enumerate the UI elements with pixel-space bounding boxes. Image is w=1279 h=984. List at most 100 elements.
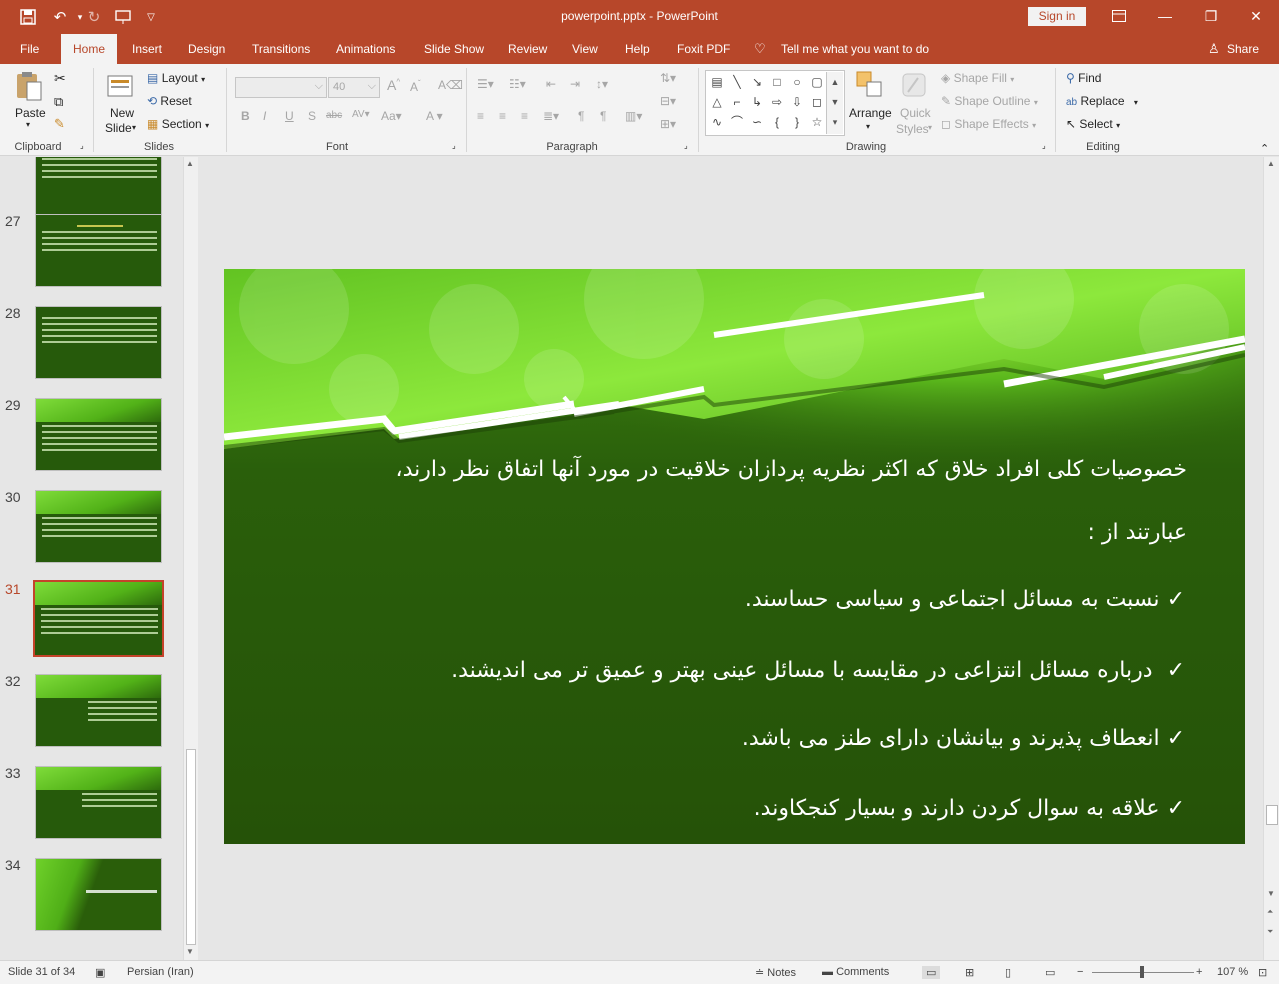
- slide-canvas[interactable]: خصوصیات کلی افراد خلاق که اکثر نظریه پرد…: [224, 269, 1245, 844]
- thumbnail-slide-32[interactable]: [35, 674, 162, 747]
- previous-slide-icon[interactable]: ⏶: [1267, 907, 1273, 917]
- quick-styles-dropdown-icon[interactable]: ▾: [928, 123, 932, 132]
- italic-icon[interactable]: I: [263, 109, 266, 123]
- tab-foxit-pdf[interactable]: Foxit PDF: [669, 34, 738, 64]
- columns-icon[interactable]: ▥▾: [625, 109, 642, 123]
- zoom-in-icon[interactable]: +: [1196, 966, 1202, 978]
- freeform-shape-icon[interactable]: ∿: [707, 112, 727, 132]
- slide-thumbnail-pane[interactable]: 27 28 29 30 31 32 33 34: [0, 157, 200, 960]
- arrange-dropdown-icon[interactable]: ▾: [866, 122, 870, 131]
- curve-shape-icon[interactable]: ∽: [747, 112, 767, 132]
- brace-left-shape-icon[interactable]: {: [767, 112, 787, 132]
- clear-formatting-icon[interactable]: A⌫: [438, 78, 463, 92]
- paste-button[interactable]: Paste: [15, 106, 46, 120]
- connector-shape-icon[interactable]: ⌐: [727, 92, 747, 112]
- align-left-icon[interactable]: ≡: [477, 109, 484, 123]
- rounded-rect-shape-icon[interactable]: ▢: [807, 72, 827, 92]
- quick-styles-label[interactable]: Quick: [900, 106, 931, 120]
- tab-review[interactable]: Review: [500, 34, 555, 64]
- normal-view-icon[interactable]: ▭: [922, 966, 941, 979]
- editor-vertical-scrollbar[interactable]: ▲ ▼ ⏶ ⏷: [1263, 157, 1279, 960]
- zoom-out-icon[interactable]: −: [1077, 966, 1083, 978]
- triangle-shape-icon[interactable]: △: [707, 92, 727, 112]
- character-spacing-icon[interactable]: AV▾: [352, 109, 370, 120]
- new-slide-dropdown-icon[interactable]: ▾: [132, 123, 136, 132]
- reading-view-icon[interactable]: ▯: [1005, 966, 1011, 979]
- underline-icon[interactable]: U: [285, 109, 294, 123]
- numbering-icon[interactable]: ☷▾: [509, 77, 526, 91]
- decrease-indent-icon[interactable]: ⇤: [546, 77, 556, 91]
- paragraph-launcher-icon[interactable]: ⌟: [684, 141, 688, 150]
- line-shape-icon[interactable]: ╲: [727, 72, 747, 92]
- smartart-icon[interactable]: ⊞▾: [660, 117, 676, 131]
- shapes-gallery[interactable]: ▤ ╲ ↘ □ ○ ▢ △ ⌐ ↳ ⇨ ⇩ ◻ ∿ ⌒ ∽{} ☆: [705, 70, 845, 136]
- cut-icon[interactable]: ✂: [54, 70, 66, 87]
- clipboard-launcher-icon[interactable]: ⌟: [80, 141, 84, 150]
- tab-home[interactable]: Home: [61, 34, 118, 64]
- new-slide-icon[interactable]: [106, 70, 136, 102]
- format-painter-icon[interactable]: ✎: [54, 116, 65, 132]
- down-arrow-shape-icon[interactable]: ⇩: [787, 92, 807, 112]
- align-center-icon[interactable]: ≡: [499, 109, 506, 123]
- layout-button[interactable]: ▤ Layout ▾: [147, 71, 205, 85]
- arrange-label[interactable]: Arrange: [849, 106, 892, 120]
- paste-icon[interactable]: [14, 70, 44, 102]
- rectangle-shape-icon[interactable]: □: [767, 72, 787, 92]
- star-shape-icon[interactable]: ☆: [807, 112, 827, 132]
- editor-scroll-thumb[interactable]: [1266, 805, 1278, 825]
- font-size-dropdown-icon[interactable]: ⌵: [368, 80, 376, 93]
- increase-font-icon[interactable]: A^: [387, 77, 400, 93]
- decrease-font-icon[interactable]: Aˇ: [410, 79, 421, 94]
- scroll-up-icon[interactable]: ▲: [1267, 159, 1275, 168]
- text-direction-icon[interactable]: ⇅▾: [660, 71, 676, 85]
- shapes-gallery-scroll[interactable]: ▲ ▼ ▾: [826, 72, 843, 134]
- copy-icon[interactable]: ⧉: [54, 94, 63, 110]
- language-indicator[interactable]: Persian (Iran): [127, 966, 194, 978]
- zoom-slider-thumb[interactable]: [1140, 966, 1144, 978]
- minimize-icon[interactable]: —: [1142, 0, 1188, 32]
- tab-insert[interactable]: Insert: [124, 34, 170, 64]
- new-slide-label[interactable]: New: [110, 106, 134, 120]
- spelling-icon[interactable]: ▣: [95, 966, 105, 979]
- scroll-down-icon[interactable]: ▼: [186, 947, 194, 956]
- slide-sorter-icon[interactable]: ⊞: [965, 966, 974, 979]
- tab-help[interactable]: Help: [617, 34, 658, 64]
- thumbnail-slide-31[interactable]: [33, 580, 164, 657]
- thumbnail-slide-33[interactable]: [35, 766, 162, 839]
- tab-slide-show[interactable]: Slide Show: [416, 34, 492, 64]
- align-right-icon[interactable]: ≡: [521, 109, 528, 123]
- thumbnail-slide-34[interactable]: [35, 858, 162, 931]
- change-case-icon[interactable]: Aa▾: [381, 109, 402, 123]
- scroll-up-icon[interactable]: ▲: [186, 159, 194, 168]
- scroll-down-icon[interactable]: ▼: [1267, 889, 1275, 898]
- tab-transitions[interactable]: Transitions: [244, 34, 318, 64]
- rtl-icon[interactable]: ¶: [578, 109, 584, 123]
- replace-button[interactable]: ab Replace ▾: [1066, 94, 1138, 108]
- bullets-icon[interactable]: ☰▾: [477, 77, 494, 91]
- align-text-icon[interactable]: ⊟▾: [660, 94, 676, 108]
- increase-indent-icon[interactable]: ⇥: [570, 77, 580, 91]
- font-name-combo[interactable]: ⌵: [235, 77, 327, 98]
- textbox-shape-icon[interactable]: ▤: [707, 72, 727, 92]
- font-size-combo[interactable]: 40 ⌵: [328, 77, 380, 98]
- zoom-level[interactable]: 107 %: [1217, 966, 1248, 978]
- paste-dropdown-icon[interactable]: ▾: [26, 120, 30, 129]
- thumbnail-slide-29[interactable]: [35, 398, 162, 471]
- shape-effects-button[interactable]: ◻ Shape Effects ▾: [941, 117, 1036, 131]
- fit-to-window-icon[interactable]: ⊡: [1258, 966, 1267, 979]
- quick-styles-icon[interactable]: [900, 70, 930, 102]
- tab-animations[interactable]: Animations: [328, 34, 403, 64]
- thumbnail-slide-27[interactable]: [35, 214, 162, 287]
- callout-shape-icon[interactable]: ◻: [807, 92, 827, 112]
- arrange-icon[interactable]: [855, 70, 885, 102]
- shape-fill-button[interactable]: ◈ Shape Fill ▾: [941, 71, 1014, 85]
- font-launcher-icon[interactable]: ⌟: [452, 141, 456, 150]
- tab-file[interactable]: File: [12, 34, 47, 64]
- close-icon[interactable]: ✕: [1233, 0, 1279, 32]
- select-button[interactable]: ↖ Select ▾: [1066, 117, 1120, 131]
- tab-design[interactable]: Design: [180, 34, 233, 64]
- notes-button[interactable]: ≐ Notes: [755, 966, 796, 979]
- slideshow-view-icon[interactable]: ▭: [1045, 966, 1055, 979]
- tell-me-search[interactable]: Tell me what you want to do: [781, 34, 929, 64]
- ltr-icon[interactable]: ¶: [600, 109, 606, 123]
